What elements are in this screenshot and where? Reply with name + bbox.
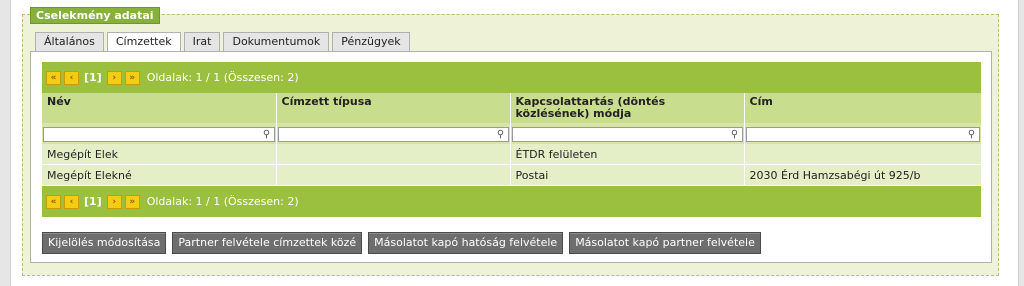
tab-bar: Általános Címzettek Irat Dokumentumok Pé… (35, 32, 410, 53)
column-header-kapcsolattartas[interactable]: Kapcsolattartás (döntés közlésének) módj… (510, 93, 745, 123)
table-row[interactable]: Megépít Elek ÉTDR felületen (42, 144, 982, 165)
next-page-icon[interactable]: › (106, 194, 122, 209)
cell-kapcsolattartas: ÉTDR felületen (510, 144, 745, 165)
pager-info: Oldalak: 1 / 1 (Összesen: 2) (146, 71, 299, 84)
pager-bottom: « ‹ [1] › » Oldalak: 1 / 1 (Összesen: 2) (42, 186, 981, 217)
prev-page-icon[interactable]: ‹ (64, 70, 79, 85)
cell-nev: Megépít Elekné (42, 164, 277, 186)
column-header-nev[interactable]: Név (42, 93, 277, 123)
cell-kapcsolattartas: Postai (510, 164, 745, 186)
filter-input-nev[interactable] (43, 126, 275, 142)
filter-input-cimzett-tipusa[interactable] (277, 126, 509, 142)
recipients-grid: « ‹ [1] › » Oldalak: 1 / 1 (Összesen: 2)… (42, 62, 982, 217)
column-header-cimzett-tipusa[interactable]: Címzett típusa (276, 93, 511, 123)
modify-selection-button[interactable]: Kijelölés módosítása (42, 232, 167, 254)
filter-icon[interactable]: ⚲ (729, 128, 741, 141)
tab-dokumentumok[interactable]: Dokumentumok (223, 32, 330, 51)
tab-panel: « ‹ [1] › » Oldalak: 1 / 1 (Összesen: 2)… (30, 51, 992, 263)
recipients-table: Név Címzett típusa Kapcsolattartás (dönt… (42, 93, 982, 186)
filter-input-kapcsolattartas[interactable] (511, 126, 743, 142)
filter-row: ⚲ ⚲ ⚲ ⚲ (42, 123, 982, 144)
right-scrollbar[interactable] (1018, 0, 1024, 286)
tab-cimzettek[interactable]: Címzettek (106, 32, 181, 53)
pager-top: « ‹ [1] › » Oldalak: 1 / 1 (Összesen: 2) (42, 62, 981, 93)
add-partner-to-recipients-button[interactable]: Partner felvétele címzettek közé (172, 232, 363, 254)
first-page-icon[interactable]: « (46, 70, 61, 85)
cell-cimzett-tipusa (276, 164, 511, 186)
last-page-icon[interactable]: » (124, 194, 140, 209)
add-copy-authority-button[interactable]: Másolatot kapó hatóság felvétele (368, 232, 564, 254)
cell-cim: 2030 Érd Hamzsabégi út 925/b (744, 164, 982, 186)
pager-info: Oldalak: 1 / 1 (Összesen: 2) (146, 195, 299, 208)
tab-irat[interactable]: Irat (183, 32, 221, 51)
cell-nev: Megépít Elek (42, 144, 277, 165)
action-buttons: Kijelölés módosítása Partner felvétele c… (42, 232, 761, 254)
first-page-icon[interactable]: « (46, 194, 61, 209)
last-page-icon[interactable]: » (124, 70, 140, 85)
prev-page-icon[interactable]: ‹ (64, 194, 79, 209)
section-legend: Cselekmény adatai (30, 7, 160, 24)
left-window-rail (0, 0, 11, 286)
table-row[interactable]: Megépít Elekné Postai 2030 Érd Hamzsabég… (42, 164, 982, 186)
cell-cimzett-tipusa (276, 144, 511, 165)
next-page-icon[interactable]: › (106, 70, 122, 85)
add-copy-partner-button[interactable]: Másolatot kapó partner felvétele (569, 232, 761, 254)
tab-penzugyek[interactable]: Pénzügyek (332, 32, 410, 51)
filter-input-cim[interactable] (745, 126, 980, 142)
table-header-row: Név Címzett típusa Kapcsolattartás (dönt… (42, 93, 982, 123)
filter-icon[interactable]: ⚲ (495, 128, 507, 141)
tab-altalanos[interactable]: Általános (35, 32, 104, 51)
filter-icon[interactable]: ⚲ (966, 128, 978, 141)
column-header-cim[interactable]: Cím (744, 93, 982, 123)
filter-icon[interactable]: ⚲ (261, 128, 273, 141)
current-page-link[interactable]: [1] (84, 71, 102, 84)
cell-cim (744, 144, 982, 165)
current-page-link[interactable]: [1] (84, 195, 102, 208)
